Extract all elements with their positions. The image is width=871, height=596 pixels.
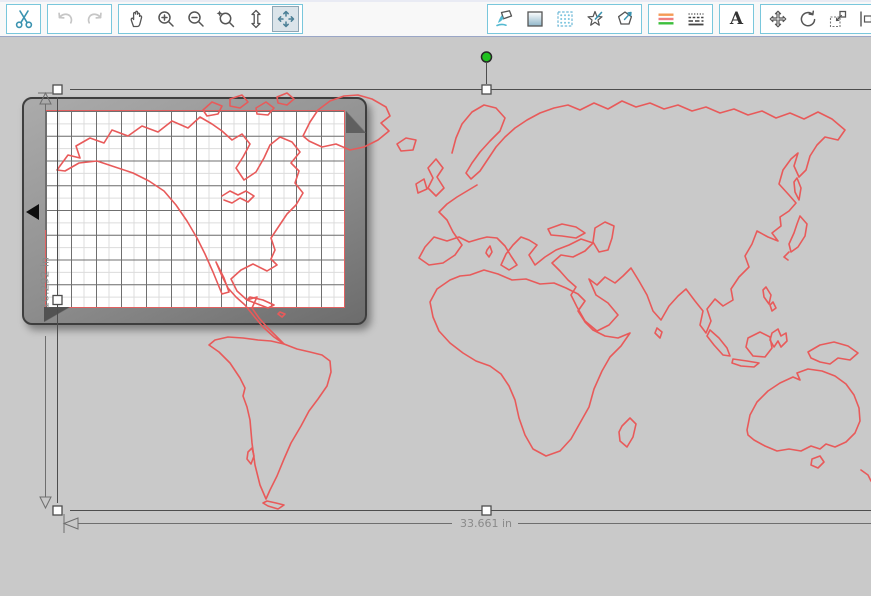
fit-to-window-button[interactable] [272,6,299,32]
view-tools-group [118,4,303,34]
text-style-button[interactable]: A [723,6,750,32]
line-style-icon [688,13,703,26]
gradient-fill-icon [526,11,543,27]
align-distribute-icon [859,11,871,27]
scissors-cut-icon [15,10,32,29]
redo-button[interactable] [81,6,108,32]
height-dimension-arrow-down [39,496,52,510]
top-toolbar: A [0,0,871,37]
undo-icon [57,12,72,24]
fill-tools-group [487,4,642,34]
shape-effects-button[interactable] [611,6,638,32]
pan-hand-icon [130,10,142,28]
toolbar-right: A [487,4,871,34]
height-dimension-label: 16.292 in [38,256,52,310]
pattern-fill-icon [556,11,573,27]
transform-move-icon [769,10,786,28]
sketch-star-icon [586,10,603,26]
selection-overlay [38,51,871,533]
width-dimension-arrow-left [62,514,79,533]
line-tools-group [648,4,713,34]
zoom-out-icon [187,11,204,27]
shape-effect-pentagon-icon [617,11,632,25]
pan-tool-button[interactable] [122,6,149,32]
scale-button[interactable] [824,6,851,32]
line-style-button[interactable] [682,6,709,32]
zoom-in-button[interactable] [152,6,179,32]
cut-group [6,4,41,34]
text-style-icon: A [729,8,744,29]
pattern-fill-button[interactable] [551,6,578,32]
sketch-button[interactable] [581,6,608,32]
undo-redo-group [47,4,112,34]
redo-icon [87,12,102,24]
undo-button[interactable] [51,6,78,32]
transform-tools-group [760,4,871,34]
design-canvas-window: A 33.661 in 16.292 in [0,0,871,596]
toolbar-left [6,4,303,34]
resize-handle-top-center[interactable] [481,84,492,95]
transform-move-button[interactable] [764,6,791,32]
rotate-handle[interactable] [480,51,493,63]
scale-icon [829,10,846,28]
line-color-icon [658,13,673,25]
zoom-selection-button[interactable] [212,6,239,32]
resize-handle-bottom-center[interactable] [481,505,492,516]
zoom-selection-icon [216,10,234,28]
gradient-fill-button[interactable] [521,6,548,32]
resize-handle-middle-left[interactable] [52,294,63,306]
width-dimension-label: 33.661 in [459,517,512,530]
drag-zoom-icon [250,9,261,29]
drag-zoom-button[interactable] [242,6,269,32]
align-distribute-button[interactable] [854,6,871,32]
line-color-button[interactable] [652,6,679,32]
rotate-icon [800,10,815,27]
cut-button[interactable] [10,6,37,32]
resize-handle-bottom-left[interactable] [52,505,63,516]
text-tools-group: A [719,4,754,34]
fill-color-icon [495,10,512,27]
fill-color-button[interactable] [491,6,518,32]
rotate-button[interactable] [794,6,821,32]
resize-handle-top-left[interactable] [52,84,63,95]
height-dimension-arrow-up [38,91,53,105]
fit-to-window-icon [277,10,294,28]
zoom-in-icon [157,11,174,27]
zoom-out-button[interactable] [182,6,209,32]
